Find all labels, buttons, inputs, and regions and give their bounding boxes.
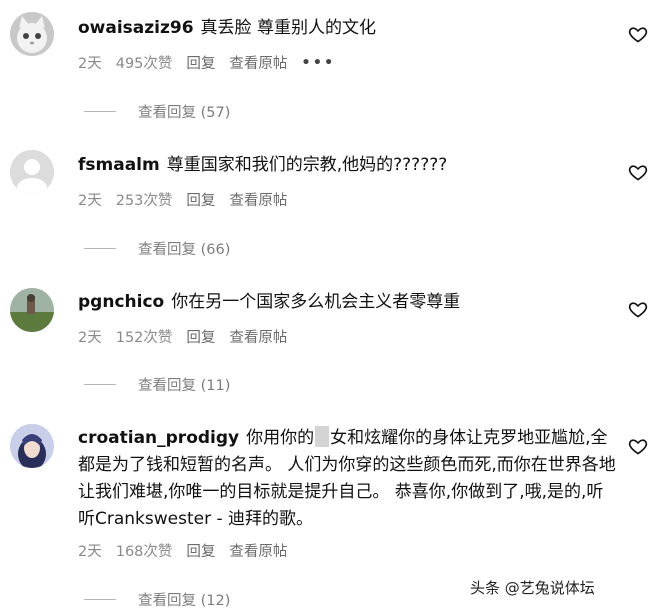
- like-count: 152次赞: [115, 330, 173, 346]
- cat-avatar[interactable]: [10, 12, 54, 56]
- view-replies-label: 查看回复 (66): [138, 242, 231, 258]
- comment-body-part1: 你用你的: [246, 428, 315, 448]
- divider-line: [84, 384, 116, 385]
- landscape-avatar[interactable]: [10, 288, 54, 332]
- comment-meta: 2天 495次赞 回复 查看原帖 •••: [78, 52, 335, 73]
- view-replies-label: 查看回复 (12): [138, 593, 231, 609]
- view-replies-toggle[interactable]: 查看回复 (12): [84, 589, 230, 610]
- like-heart-icon[interactable]: [628, 299, 648, 319]
- comment-time: 2天: [78, 193, 102, 209]
- more-options-icon[interactable]: •••: [301, 55, 335, 71]
- view-replies-label: 查看回复 (57): [138, 105, 231, 121]
- default-avatar-image: [10, 150, 54, 194]
- comment-text: fsmaalm 尊重国家和我们的宗教,他妈的??????: [78, 152, 618, 179]
- like-count: 253次赞: [115, 193, 173, 209]
- comment-meta: 2天 152次赞 回复 查看原帖: [78, 326, 287, 347]
- view-original-link[interactable]: 查看原帖: [229, 52, 287, 73]
- comment-text: owaisaziz96 真丢脸 尊重别人的文化: [78, 15, 618, 42]
- divider-line: [84, 248, 116, 249]
- redacted-block: [315, 426, 330, 447]
- reply-button[interactable]: 回复: [186, 326, 215, 347]
- view-replies-toggle[interactable]: 查看回复 (11): [84, 374, 230, 395]
- comment-username[interactable]: fsmaalm: [78, 155, 160, 175]
- anime-avatar[interactable]: [10, 424, 54, 468]
- comment-text: croatian_prodigy 你用你的 女和炫耀你的身体让克罗地亚尴尬,全都是为…: [78, 425, 618, 533]
- comment-time: 2天: [78, 544, 102, 560]
- comment-time: 2天: [78, 56, 102, 72]
- like-heart-icon[interactable]: [628, 436, 648, 456]
- comment-username[interactable]: pgnchico: [78, 292, 164, 312]
- comment-text: pgnchico 你在另一个国家多么机会主义者零尊重: [78, 289, 618, 316]
- reply-button[interactable]: 回复: [186, 540, 215, 561]
- view-replies-label: 查看回复 (11): [138, 378, 231, 394]
- view-replies-toggle[interactable]: 查看回复 (66): [84, 238, 230, 259]
- watermark-text: 头条 @艺兔说体坛: [470, 579, 595, 597]
- divider-line: [84, 111, 116, 112]
- like-count: 168次赞: [115, 544, 173, 560]
- view-replies-toggle[interactable]: 查看回复 (57): [84, 101, 230, 122]
- comment-time: 2天: [78, 330, 102, 346]
- comment-body: 尊重国家和我们的宗教,他妈的??????: [166, 155, 448, 175]
- comment-body: 真丢脸 尊重别人的文化: [200, 18, 376, 38]
- comment-username[interactable]: croatian_prodigy: [78, 428, 239, 448]
- landscape-avatar-image: [10, 288, 54, 332]
- comment-username[interactable]: owaisaziz96: [78, 18, 194, 38]
- view-original-link[interactable]: 查看原帖: [229, 326, 287, 347]
- reply-button[interactable]: 回复: [186, 52, 215, 73]
- view-original-link[interactable]: 查看原帖: [229, 189, 287, 210]
- divider-line: [84, 599, 116, 600]
- like-heart-icon[interactable]: [628, 24, 648, 44]
- comment-meta: 2天 168次赞 回复 查看原帖: [78, 540, 287, 561]
- anime-avatar-image: [10, 424, 54, 468]
- like-heart-icon[interactable]: [628, 162, 648, 182]
- comment-body: 你在另一个国家多么机会主义者零尊重: [171, 292, 461, 312]
- like-count: 495次赞: [115, 56, 173, 72]
- view-original-link[interactable]: 查看原帖: [229, 540, 287, 561]
- reply-button[interactable]: 回复: [186, 189, 215, 210]
- default-avatar[interactable]: [10, 150, 54, 194]
- cat-avatar-image: [10, 12, 54, 56]
- comment-meta: 2天 253次赞 回复 查看原帖: [78, 189, 287, 210]
